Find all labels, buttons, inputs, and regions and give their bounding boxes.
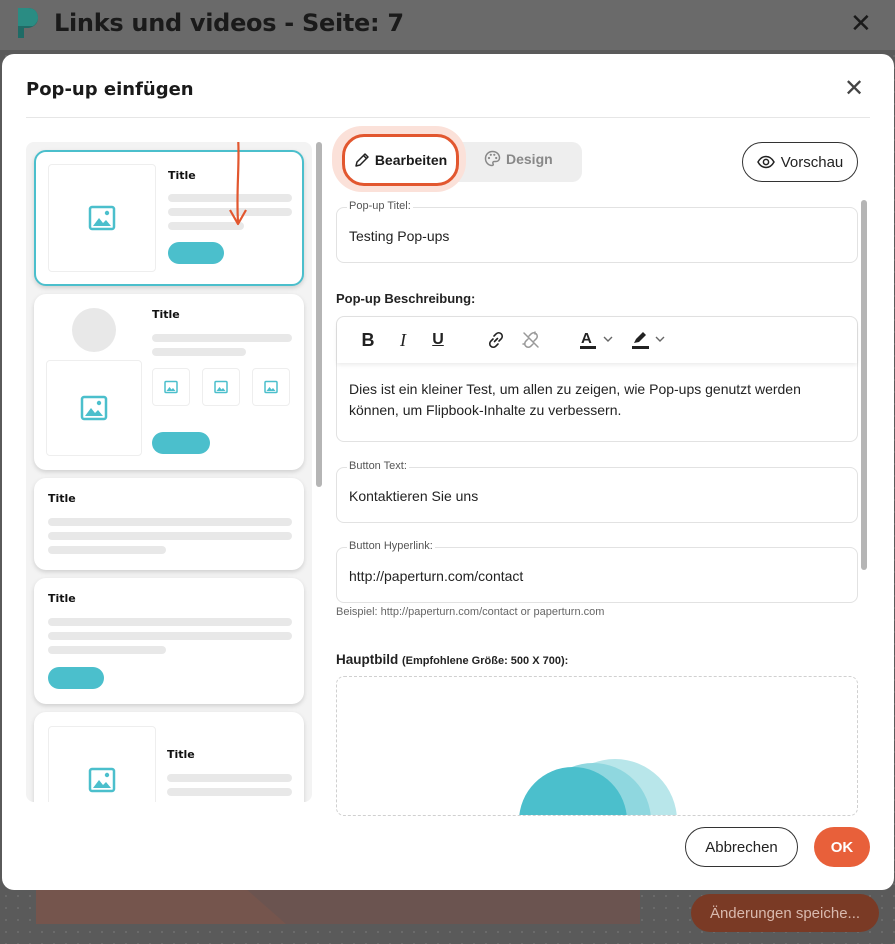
description-label: Pop-up Beschreibung: bbox=[336, 291, 476, 306]
unlink-icon[interactable] bbox=[520, 329, 542, 351]
image-placeholder bbox=[152, 368, 190, 406]
text-line bbox=[48, 518, 292, 526]
hyperlink-hint: Beispiel: http://paperturn.com/contact o… bbox=[336, 606, 605, 618]
image-placeholder bbox=[46, 360, 142, 456]
highlight-icon[interactable] bbox=[631, 329, 667, 351]
popup-title-field[interactable]: Pop-up Titel: Testing Pop-ups bbox=[336, 200, 858, 263]
image-icon bbox=[214, 380, 228, 394]
popup-title-input[interactable]: Testing Pop-ups bbox=[349, 228, 449, 244]
text-line bbox=[167, 774, 292, 782]
svg-text:A: A bbox=[581, 330, 592, 347]
avatar-placeholder bbox=[72, 308, 116, 352]
text-line bbox=[48, 546, 166, 554]
template-card-5[interactable]: Title bbox=[34, 712, 304, 802]
text-line bbox=[48, 532, 292, 540]
template-title: Title bbox=[167, 748, 195, 761]
pencil-icon bbox=[355, 153, 369, 167]
rich-text-toolbar: B I U A bbox=[337, 317, 857, 363]
underline-icon[interactable]: U bbox=[427, 329, 449, 351]
template-card-2[interactable]: Title bbox=[34, 294, 304, 470]
tab-design[interactable]: Design bbox=[484, 150, 553, 167]
tab-label: Design bbox=[506, 150, 553, 167]
text-line bbox=[152, 334, 292, 342]
insert-popup-dialog: Pop-up einfügen ✕ Title Title Title Titl… bbox=[2, 54, 894, 890]
divider bbox=[26, 117, 870, 118]
main-image-label: Hauptbild (Empfohlene Größe: 500 X 700): bbox=[336, 652, 568, 667]
description-text[interactable]: Dies ist ein kleiner Test, um allen zu z… bbox=[349, 379, 849, 421]
template-title: Title bbox=[48, 592, 76, 605]
button-hyperlink-input[interactable]: http://paperturn.com/contact bbox=[349, 568, 523, 584]
image-icon bbox=[164, 380, 178, 394]
template-card-4[interactable]: Title bbox=[34, 578, 304, 704]
image-placeholder bbox=[48, 726, 156, 802]
button-text-field[interactable]: Button Text: Kontaktieren Sie uns bbox=[336, 460, 858, 523]
button-hyperlink-field[interactable]: Button Hyperlink: http://paperturn.com/c… bbox=[336, 540, 858, 603]
bold-icon[interactable]: B bbox=[357, 329, 379, 351]
preview-label: Vorschau bbox=[780, 153, 844, 171]
image-placeholder bbox=[202, 368, 240, 406]
italic-icon[interactable]: I bbox=[392, 329, 414, 351]
palette-icon bbox=[484, 150, 501, 167]
upload-illustration bbox=[519, 759, 677, 815]
preview-button[interactable]: Vorschau bbox=[742, 142, 858, 182]
button-placeholder bbox=[48, 667, 104, 689]
image-icon bbox=[88, 205, 116, 231]
template-list-scrollbar[interactable] bbox=[316, 142, 322, 487]
app-header: Links und videos - Seite: 7 ✕ bbox=[0, 0, 895, 50]
template-card-3[interactable]: Title bbox=[34, 478, 304, 570]
cancel-button[interactable]: Abbrechen bbox=[685, 827, 798, 867]
save-changes-button[interactable]: Änderungen speiche... bbox=[691, 894, 879, 932]
text-line bbox=[48, 618, 292, 626]
ok-button[interactable]: OK bbox=[814, 827, 870, 867]
link-icon[interactable] bbox=[485, 329, 507, 351]
image-icon bbox=[80, 395, 108, 421]
arrow-down-icon bbox=[229, 142, 247, 226]
field-label: Button Text: bbox=[347, 460, 409, 472]
paperturn-logo bbox=[18, 8, 38, 38]
dialog-title: Pop-up einfügen bbox=[26, 79, 194, 100]
page-title: Links und videos - Seite: 7 bbox=[54, 9, 404, 37]
template-card-1[interactable]: Title bbox=[34, 150, 304, 286]
description-editor[interactable]: B I U A Dies ist ein kleiner Test, um al… bbox=[336, 316, 858, 442]
tab-label: Bearbeiten bbox=[374, 152, 448, 168]
button-placeholder bbox=[168, 242, 224, 264]
image-placeholder bbox=[48, 164, 156, 272]
template-list: Title Title Title Title Title bbox=[26, 142, 312, 802]
main-image-title: Hauptbild bbox=[336, 652, 399, 667]
field-label: Pop-up Titel: bbox=[347, 200, 413, 212]
close-icon[interactable]: ✕ bbox=[844, 76, 864, 102]
tab-bearbeiten[interactable]: Bearbeiten bbox=[342, 134, 459, 186]
field-label: Button Hyperlink: bbox=[347, 540, 435, 552]
image-icon bbox=[264, 380, 278, 394]
main-image-size-hint: (Empfohlene Größe: 500 X 700): bbox=[402, 655, 569, 667]
close-icon[interactable]: ✕ bbox=[850, 9, 872, 37]
image-placeholder bbox=[252, 368, 290, 406]
eye-icon bbox=[756, 155, 775, 169]
button-text-input[interactable]: Kontaktieren Sie uns bbox=[349, 488, 478, 504]
template-title: Title bbox=[152, 308, 180, 321]
text-color-icon[interactable]: A bbox=[579, 329, 615, 351]
text-line bbox=[48, 646, 166, 654]
text-line bbox=[167, 788, 292, 796]
template-title: Title bbox=[168, 169, 196, 182]
text-line bbox=[152, 348, 246, 356]
image-upload-area[interactable] bbox=[336, 676, 858, 816]
text-line bbox=[48, 632, 292, 640]
image-icon bbox=[88, 767, 116, 793]
template-title: Title bbox=[48, 492, 76, 505]
button-placeholder bbox=[152, 432, 210, 454]
form-scrollbar[interactable] bbox=[861, 200, 867, 570]
